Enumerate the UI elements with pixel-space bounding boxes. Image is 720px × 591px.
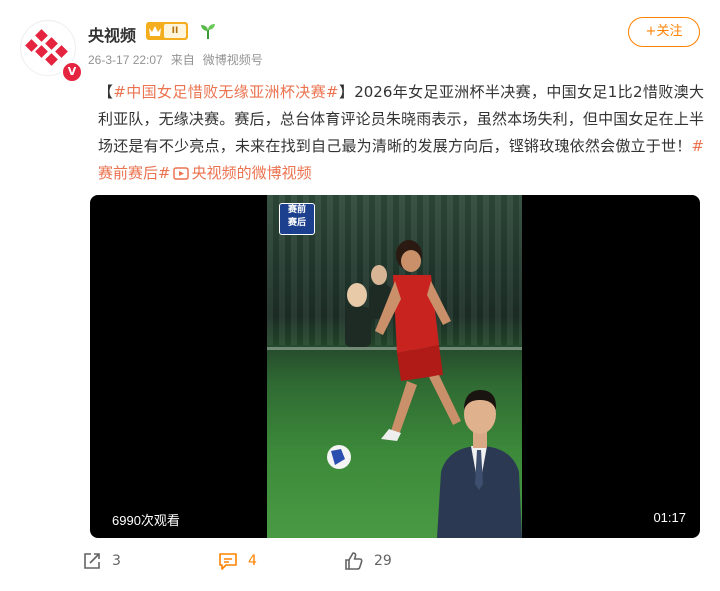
weibo-post-card: V 央视频 II 26-3-17 22:07 来自 微博视频号 +关注 【#中国女足… (0, 0, 720, 591)
username[interactable]: 央视频 (88, 22, 136, 46)
comment-icon (219, 553, 237, 570)
timestamp[interactable]: 26-3-17 22:07 (88, 53, 163, 67)
thumbs-up-icon (345, 552, 363, 570)
source-prefix: 来自 (170, 53, 195, 67)
video-thumbnail: 赛前 赛后 (267, 195, 522, 538)
like-count: 29 (374, 553, 392, 569)
source-link[interactable]: 微博视频号 (203, 53, 263, 67)
commentator-figure (437, 390, 522, 538)
post-text: 【#中国女足惜败无缘亚洲杯决赛#】2026年女足亚洲杯半决赛，中国女足1比2惜败… (98, 79, 704, 189)
vip-badge[interactable]: II (146, 22, 188, 40)
vip-level: II (164, 24, 186, 38)
avatar[interactable]: V (20, 20, 83, 83)
video-player[interactable]: 赛前 赛后 6990次观看 01:17 (90, 195, 700, 538)
badge-line-2: 赛后 (287, 218, 306, 228)
post-meta: 26-3-17 22:07 来自 微博视频号 (88, 51, 271, 68)
video-duration: 01:17 (653, 510, 686, 525)
video-source-link[interactable]: 央视频的微博视频 (171, 164, 312, 182)
repost-count: 3 (112, 553, 121, 569)
crown-icon (146, 22, 164, 40)
hashtag-link[interactable]: #中国女足惜败无缘亚洲杯决赛# (113, 83, 338, 101)
bracket-open: 【 (98, 83, 114, 101)
video-play-icon (172, 162, 189, 189)
video-link-label: 央视频的微博视频 (191, 164, 312, 182)
repost-icon (84, 553, 100, 569)
bracket-close: 】 (338, 83, 355, 101)
like-button[interactable]: 29 (344, 548, 392, 574)
show-badge: 赛前 赛后 (279, 203, 315, 235)
sprout-icon[interactable] (198, 21, 218, 45)
view-count: 6990次观看 (112, 513, 180, 528)
comment-button[interactable]: 4 (218, 548, 257, 574)
follow-button[interactable]: +关注 (628, 17, 700, 47)
verified-v-icon: V (61, 61, 83, 83)
badge-line-1: 赛前 (287, 205, 306, 215)
comment-count: 4 (248, 553, 257, 569)
repost-button[interactable]: 3 (82, 548, 121, 574)
